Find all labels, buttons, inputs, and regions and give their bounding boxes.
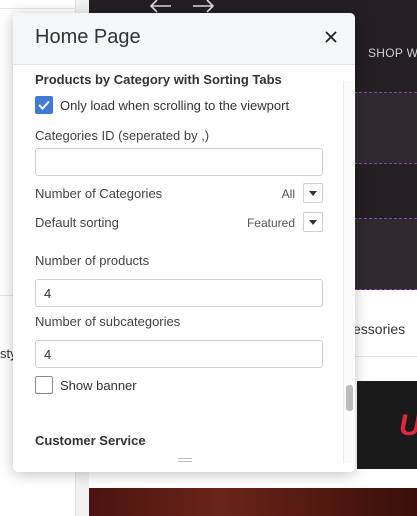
- default-sorting-row: Default sorting Featured: [35, 212, 323, 234]
- promo-text: U: [399, 409, 417, 443]
- panel-header: Home Page: [13, 13, 355, 65]
- resize-handle[interactable]: [178, 458, 192, 464]
- customer-service-section-title: Customer Service: [35, 433, 146, 448]
- close-button[interactable]: [321, 27, 341, 47]
- categories-id-input[interactable]: [35, 148, 323, 176]
- shop-menu-label[interactable]: SHOP WO: [368, 46, 417, 60]
- divider: [0, 8, 76, 9]
- bottom-banner: [89, 488, 417, 516]
- settings-panel: Home Page Products by Category with Sort…: [13, 13, 355, 472]
- chevron-down-icon: [309, 190, 317, 196]
- default-sorting-value: Featured: [246, 216, 295, 230]
- panel-body: Products by Category with Sorting Tabs O…: [13, 66, 355, 463]
- number-of-products-input[interactable]: [35, 279, 323, 307]
- lazy-load-checkbox[interactable]: [35, 96, 53, 114]
- show-banner-row[interactable]: Show banner: [35, 376, 137, 394]
- categories-id-label: Categories ID (seperated by ,): [35, 128, 210, 143]
- show-banner-label: Show banner: [60, 377, 137, 393]
- show-banner-checkbox[interactable]: [35, 376, 53, 394]
- scrollbar-thumb[interactable]: [346, 385, 353, 411]
- number-of-categories-dropdown[interactable]: [303, 183, 323, 203]
- promo-banner: U: [357, 381, 417, 469]
- number-of-subcategories-label: Number of subcategories: [35, 314, 181, 329]
- section-title: Products by Category with Sorting Tabs: [35, 72, 282, 87]
- default-sorting-dropdown[interactable]: [303, 212, 323, 232]
- number-of-categories-value: All: [281, 187, 295, 201]
- category-tab-accessories[interactable]: essories: [353, 321, 405, 337]
- number-of-categories-row: Number of Categories All: [35, 183, 323, 205]
- chevron-down-icon: [309, 219, 317, 225]
- lazy-load-row[interactable]: Only load when scrolling to the viewport: [35, 96, 289, 114]
- number-of-categories-label: Number of Categories: [35, 186, 163, 201]
- lazy-load-label: Only load when scrolling to the viewport: [60, 97, 290, 113]
- close-icon: [325, 31, 337, 43]
- default-sorting-label: Default sorting: [35, 215, 119, 230]
- number-of-products-label: Number of products: [35, 253, 150, 268]
- checkmark-icon: [38, 100, 50, 110]
- panel-title: Home Page: [35, 26, 141, 48]
- number-of-subcategories-input[interactable]: [35, 340, 323, 368]
